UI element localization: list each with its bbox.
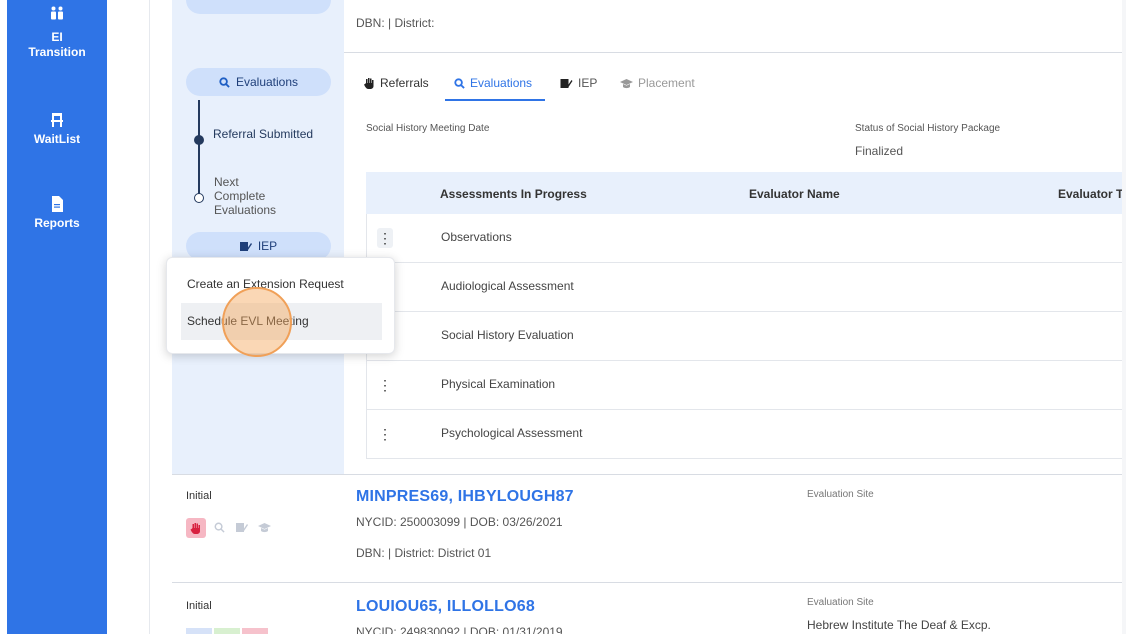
- active-tab-underline: [445, 99, 545, 101]
- assessment-cell: Social History Evaluation: [441, 328, 574, 342]
- timeline-next-text: Complete Evaluations: [214, 189, 277, 217]
- row-menu-icon[interactable]: ⋮: [377, 228, 393, 248]
- assessment-cell: Audiological Assessment: [441, 279, 574, 293]
- stage-badge: [186, 628, 212, 634]
- tab-placement-label: Placement: [638, 76, 695, 90]
- record-divider: [172, 474, 1126, 475]
- stage-badge: [242, 628, 268, 634]
- app-root: EI Transition WaitList Reports Evaluation…: [0, 0, 1126, 634]
- dbn-district-line: DBN: | District:: [356, 16, 435, 30]
- table-row: ⋮ Physical Examination: [367, 361, 1126, 410]
- scroll-edge: [1122, 0, 1126, 634]
- hand-icon: [364, 78, 374, 89]
- menu-item-extension-request[interactable]: Create an Extension Request: [181, 266, 382, 303]
- assessment-cell: Psychological Assessment: [441, 426, 583, 440]
- tab-referrals[interactable]: Referrals: [364, 74, 429, 92]
- assessments-table: ⋮ Observations Audiological Assessment S…: [366, 214, 1126, 459]
- nav-label-waitlist: WaitList: [33, 132, 81, 146]
- record-name-link[interactable]: LOUIOU65, ILLOLLO68: [356, 598, 535, 616]
- evaluations-pill-label: Evaluations: [235, 75, 299, 89]
- graduation-cap-icon: [258, 523, 271, 533]
- gutter: [107, 0, 172, 634]
- table-row: ⋮ Observations: [367, 214, 1126, 263]
- tab-placement[interactable]: Placement: [620, 74, 695, 92]
- col-evaluator-type: Evaluator Ty: [1058, 187, 1126, 201]
- shp-status-value: Finalized: [855, 144, 904, 158]
- hand-icon: [190, 523, 200, 534]
- tab-referrals-label: Referrals: [380, 76, 429, 90]
- table-row: Social History Evaluation: [367, 312, 1126, 361]
- gutter-divider: [149, 0, 150, 634]
- nav-label-reports: Reports: [34, 216, 80, 230]
- chair-icon: [51, 113, 63, 127]
- iep-pill[interactable]: IEP: [186, 232, 331, 260]
- col-evaluator-name: Evaluator Name: [749, 187, 840, 201]
- record-name-link[interactable]: MINPRES69, IHBYLOUGH87: [356, 488, 574, 506]
- timeline-step-next: Next Complete Evaluations: [214, 175, 324, 217]
- timeline-next-label: Next: [214, 175, 239, 189]
- nav-item-ei-transition[interactable]: EI Transition: [7, 6, 107, 60]
- row-context-menu: Create an Extension Request Schedule EVL…: [166, 257, 395, 354]
- evaluation-site-label: Evaluation Site: [807, 489, 874, 500]
- search-icon: [219, 77, 230, 88]
- iep-pill-label: IEP: [257, 239, 278, 253]
- nav-label-ei: EI Transition: [28, 30, 86, 59]
- evaluation-site-value: Hebrew Institute The Deaf & Excp.: [807, 618, 991, 632]
- evaluation-site-label: Evaluation Site: [807, 597, 874, 608]
- assessment-cell: Physical Examination: [441, 377, 556, 391]
- timeline-dot-done: [194, 135, 204, 145]
- record-ids: NYCID: 249830092 | DOB: 01/31/2019: [356, 625, 563, 634]
- iep-icon: [560, 79, 573, 88]
- tab-iep[interactable]: IEP: [560, 74, 597, 92]
- tab-iep-label: IEP: [578, 76, 598, 90]
- app-sidebar: EI Transition WaitList Reports: [7, 0, 107, 634]
- record-dbn: DBN: | District: District 01: [356, 546, 492, 560]
- search-icon: [214, 522, 225, 533]
- record-type: Initial: [186, 600, 212, 612]
- document-icon: [52, 196, 63, 212]
- record-divider: [172, 582, 1126, 583]
- menu-item-schedule-evl-meeting[interactable]: Schedule EVL Meeting: [181, 303, 382, 340]
- search-icon: [454, 78, 465, 89]
- timeline-dot-next: [194, 193, 204, 203]
- row-menu-icon[interactable]: ⋮: [377, 424, 393, 444]
- record-type: Initial: [186, 490, 212, 502]
- timeline-line: [198, 100, 200, 196]
- iep-icon: [236, 523, 248, 532]
- divider: [344, 52, 1126, 53]
- shp-status-label: Status of Social History Package: [855, 123, 1001, 134]
- tab-evaluations-label: Evaluations: [470, 76, 533, 90]
- timeline-step-referral: Referral Submitted: [213, 127, 314, 141]
- referral-stage-badge[interactable]: [186, 518, 206, 538]
- table-row: ⋮ Psychological Assessment: [367, 410, 1126, 459]
- people-icon: [51, 6, 63, 20]
- tab-evaluations[interactable]: Evaluations: [454, 74, 532, 92]
- shm-date-label: Social History Meeting Date: [366, 123, 490, 134]
- graduation-cap-icon: [620, 79, 633, 89]
- assessment-cell: Observations: [441, 230, 512, 244]
- row-menu-icon[interactable]: ⋮: [377, 375, 393, 395]
- stage-pill-referrals[interactable]: [186, 0, 331, 14]
- evaluations-pill[interactable]: Evaluations: [186, 68, 331, 96]
- col-assessments: Assessments In Progress: [440, 187, 587, 201]
- iep-icon: [239, 242, 252, 251]
- stage-badge: [214, 628, 240, 634]
- table-header: Assessments In Progress Evaluator Name E…: [366, 172, 1126, 214]
- nav-item-waitlist[interactable]: WaitList: [7, 112, 107, 147]
- nav-item-reports[interactable]: Reports: [7, 196, 107, 231]
- record-ids: NYCID: 250003099 | DOB: 03/26/2021: [356, 515, 563, 529]
- table-row: Audiological Assessment: [367, 263, 1126, 312]
